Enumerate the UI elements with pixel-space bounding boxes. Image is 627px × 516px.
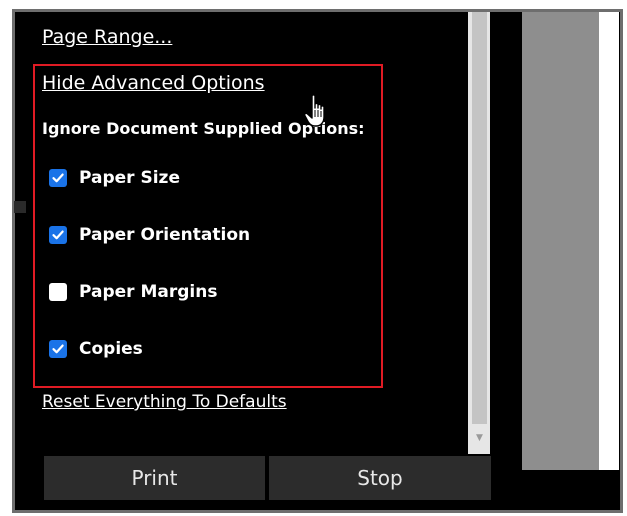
print-preview-page xyxy=(599,12,619,470)
frame-edge-tab xyxy=(14,201,26,213)
paper-orientation-checkbox[interactable] xyxy=(49,226,67,244)
copies-checkbox[interactable] xyxy=(49,340,67,358)
hide-advanced-options-link[interactable]: Hide Advanced Options xyxy=(42,72,265,94)
option-paper-orientation[interactable]: Paper Orientation xyxy=(49,224,250,246)
checkmark-icon xyxy=(52,173,64,183)
option-paper-margins[interactable]: Paper Margins xyxy=(49,281,217,303)
stop-button[interactable]: Stop xyxy=(269,456,491,500)
print-button[interactable]: Print xyxy=(44,456,265,500)
copies-label: Copies xyxy=(79,339,143,359)
checkmark-icon xyxy=(52,230,64,240)
paper-size-label: Paper Size xyxy=(79,168,180,188)
paper-margins-label: Paper Margins xyxy=(79,282,218,302)
paper-size-checkbox[interactable] xyxy=(49,169,67,187)
option-paper-size[interactable]: Paper Size xyxy=(49,167,180,189)
paper-margins-checkbox[interactable] xyxy=(49,283,67,301)
option-copies[interactable]: Copies xyxy=(49,338,143,360)
print-preview-area xyxy=(522,12,599,470)
reset-defaults-link[interactable]: Reset Everything To Defaults xyxy=(42,392,287,412)
paper-orientation-label: Paper Orientation xyxy=(79,225,251,245)
page-range-link[interactable]: Page Range... xyxy=(42,26,172,48)
hand-pointer-cursor-icon xyxy=(303,94,325,127)
scrollbar-thumb[interactable] xyxy=(472,12,487,424)
checkmark-icon xyxy=(52,344,64,354)
scroll-down-arrow-icon[interactable]: ▼ xyxy=(472,430,487,446)
